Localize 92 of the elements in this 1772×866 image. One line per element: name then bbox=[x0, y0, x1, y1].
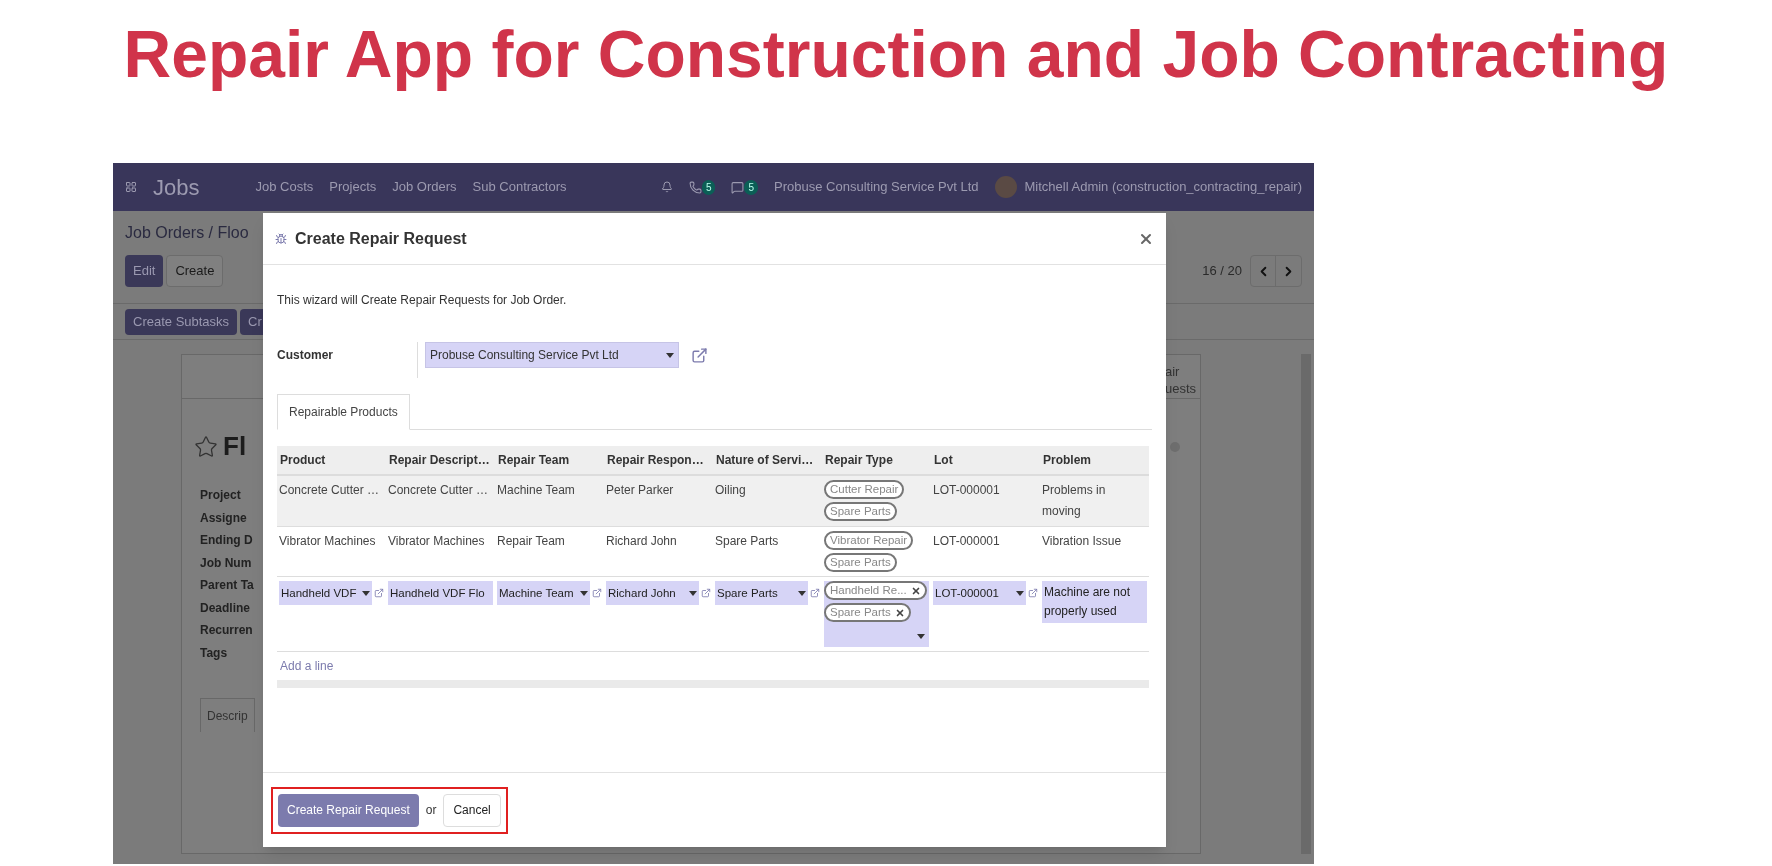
external-link-icon[interactable] bbox=[691, 346, 708, 364]
badge: 5 bbox=[701, 179, 716, 195]
star-icon[interactable] bbox=[194, 434, 218, 459]
table-cell-text: Peter Parker bbox=[606, 482, 675, 499]
tags-field[interactable]: Vibrator Repair Spare Parts bbox=[824, 531, 929, 572]
external-link-icon[interactable] bbox=[374, 588, 384, 598]
or-text: or bbox=[425, 802, 437, 819]
caret-icon bbox=[1016, 590, 1024, 596]
page-title: Repair App for Construction and Job Contracting bbox=[123, 16, 1669, 93]
create-button[interactable]: Create bbox=[166, 255, 224, 287]
tags-field[interactable]: Cutter Repair Spare Parts bbox=[824, 480, 929, 521]
remove-icon[interactable] bbox=[910, 585, 921, 596]
field-label: Deadline bbox=[200, 599, 250, 617]
column-header[interactable]: Nature of Servi… bbox=[713, 451, 822, 469]
record-title: Fl bbox=[223, 430, 247, 463]
breadcrumb: Job Orders / Floo bbox=[125, 223, 249, 243]
select-field[interactable]: Handheld VDF bbox=[279, 581, 372, 605]
action-button[interactable]: Create Subtasks bbox=[125, 308, 238, 335]
remove-icon[interactable] bbox=[894, 607, 905, 618]
external-link-icon[interactable] bbox=[701, 588, 711, 598]
table-cell-text: Problems in moving bbox=[1042, 482, 1107, 520]
field-label: Project bbox=[200, 487, 241, 504]
wizard-description: This wizard will Create Repair Requests for Job Order. bbox=[277, 292, 568, 309]
external-link-icon[interactable] bbox=[1028, 588, 1038, 598]
caret-icon bbox=[666, 352, 674, 358]
tag: Spare Parts bbox=[824, 502, 897, 521]
table-cell-text: Vibrator Machines bbox=[279, 533, 377, 550]
field-label: Job Num bbox=[200, 554, 252, 572]
external-link-icon[interactable] bbox=[810, 588, 820, 598]
table-row[interactable]: Concrete Cutter … Concrete Cutter … Machine Team Peter Parker Oiling Cutter Repair Spare Parts LOT-000001 Problems in moving bbox=[277, 476, 1149, 527]
table-cell-text: Spare Parts bbox=[715, 533, 780, 550]
table-cell-text: Oiling bbox=[715, 482, 747, 499]
table-cell-text: Concrete Cutter … bbox=[388, 482, 490, 499]
select-field[interactable]: Richard John bbox=[606, 581, 699, 605]
nav-link[interactable]: Sub Contractors bbox=[472, 177, 567, 197]
column-header[interactable]: Repair Descript… bbox=[386, 451, 495, 469]
column-header[interactable]: Lot bbox=[931, 451, 1040, 469]
column-header[interactable]: Problem bbox=[1040, 451, 1149, 469]
create-repair-request-button[interactable]: Create Repair Request bbox=[278, 793, 419, 827]
table-cell-text: Repair Team bbox=[497, 533, 566, 550]
nav-link[interactable]: Projects bbox=[329, 177, 377, 197]
external-link-icon[interactable] bbox=[592, 588, 602, 598]
company-name[interactable]: Probuse Consulting Service Pvt Ltd bbox=[774, 177, 979, 197]
field-label: Ending D bbox=[200, 532, 253, 549]
tag: Vibrator Repair bbox=[824, 531, 914, 550]
caret-icon bbox=[917, 634, 925, 639]
field-label: Assigne bbox=[200, 509, 247, 527]
customer-select[interactable]: Probuse Consulting Service Pvt Ltd bbox=[425, 342, 679, 368]
caret-icon bbox=[580, 590, 588, 596]
nav-link[interactable]: Job Orders bbox=[392, 177, 457, 197]
tag: Cutter Repair bbox=[824, 480, 905, 499]
table-cell-text: LOT-000001 bbox=[933, 482, 1001, 499]
tab[interactable]: Repairable Products bbox=[277, 394, 410, 430]
select-field[interactable]: LOT-000001 bbox=[933, 581, 1026, 605]
field-label: Customer bbox=[277, 347, 334, 364]
input-field[interactable]: Handheld VDF Flo bbox=[388, 581, 493, 605]
user-name[interactable]: Mitchell Admin (construction_contracting_repair) bbox=[1024, 177, 1302, 197]
app-name: Jobs bbox=[153, 173, 200, 202]
column-header[interactable]: Repair Respon… bbox=[604, 451, 713, 469]
caret-icon bbox=[362, 590, 370, 596]
caret-icon bbox=[798, 590, 806, 596]
tags-field[interactable]: Handheld Re... Spare Parts bbox=[824, 581, 929, 647]
tag: Spare Parts bbox=[824, 553, 897, 572]
field-label: Parent Ta bbox=[200, 577, 254, 594]
apps-menu-icon[interactable] bbox=[125, 181, 137, 193]
caret-icon bbox=[689, 590, 697, 596]
column-header[interactable]: Repair Team bbox=[495, 451, 604, 469]
table-cell-text: Machine Team bbox=[497, 482, 576, 499]
chat-icon[interactable] bbox=[731, 180, 745, 194]
table-cell-text: Richard John bbox=[606, 533, 678, 550]
column-header[interactable]: Repair Type bbox=[822, 451, 931, 469]
tag: Handheld Re... bbox=[824, 581, 927, 600]
nav-link[interactable]: Job Costs bbox=[255, 177, 314, 197]
field-label: Recurren bbox=[200, 622, 253, 639]
column-header[interactable]: Product bbox=[277, 451, 386, 469]
field-label: Tags bbox=[200, 644, 228, 662]
problem-field[interactable]: Machine are not properly used bbox=[1042, 581, 1147, 623]
table-cell-text: Vibration Issue bbox=[1042, 533, 1123, 550]
table-cell-text: LOT-000001 bbox=[933, 533, 1001, 550]
edit-button[interactable]: Edit bbox=[125, 255, 164, 287]
select-field[interactable]: Machine Team bbox=[497, 581, 590, 605]
badge: 5 bbox=[744, 179, 759, 195]
pager-value: 16 / 20 bbox=[1202, 262, 1242, 281]
table-cell-text: Vibrator Machines bbox=[388, 533, 486, 550]
cancel-button[interactable]: Cancel bbox=[443, 793, 501, 827]
table-cell-text: Concrete Cutter … bbox=[279, 482, 381, 499]
activity-icon[interactable] bbox=[688, 180, 702, 194]
avatar bbox=[994, 176, 1017, 198]
dialog-title: Create Repair Request bbox=[295, 228, 467, 249]
tag: Spare Parts bbox=[824, 603, 911, 622]
select-field[interactable]: Spare Parts bbox=[715, 581, 808, 605]
add-line-link[interactable]: Add a line bbox=[280, 657, 334, 675]
